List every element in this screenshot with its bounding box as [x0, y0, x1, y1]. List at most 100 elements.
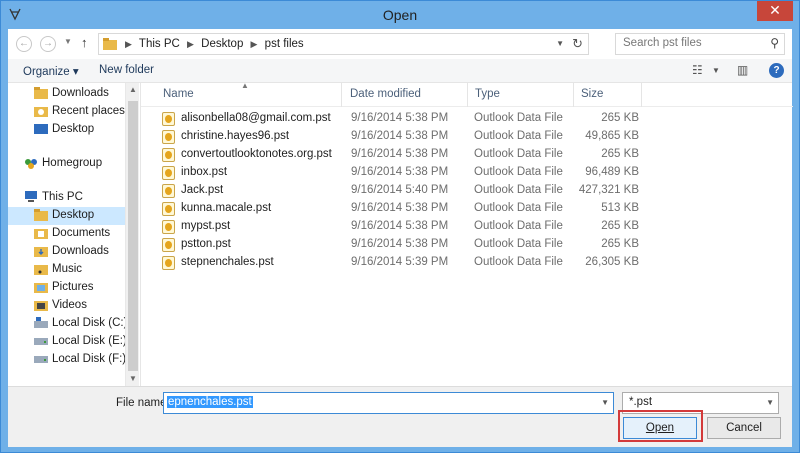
search-icon[interactable]: ⚲	[770, 36, 779, 50]
breadcrumb-this-pc[interactable]: This PC	[139, 38, 180, 50]
column-divider[interactable]	[641, 83, 642, 107]
nav-item-downloads[interactable]: Downloads	[8, 85, 125, 103]
file-row[interactable]: Jack.pst 9/16/2014 5:40 PM Outlook Data …	[155, 182, 639, 200]
nav-item-homegroup[interactable]: Homegroup	[8, 155, 125, 173]
search-input[interactable]: Search pst files ⚲	[615, 33, 785, 55]
open-dialog-window: Open ✕ ← → ▼ ↑ ▶ This PC ▶ Desktop ▶ pst…	[0, 0, 800, 453]
breadcrumb-pst-files[interactable]: pst files	[265, 38, 304, 50]
downloads-folder-icon	[34, 247, 48, 257]
file-type: Outlook Data File	[474, 238, 563, 250]
desktop-icon	[34, 124, 48, 134]
nav-label: Downloads	[52, 245, 109, 257]
homegroup-icon	[25, 159, 37, 169]
nav-item-desktop-selected[interactable]: Desktop	[8, 207, 125, 225]
new-folder-button[interactable]: New folder	[99, 64, 154, 76]
this-pc-icon	[25, 191, 37, 202]
desktop-icon	[34, 209, 48, 221]
chevron-down-icon[interactable]: ▼	[601, 398, 609, 407]
nav-label: Downloads	[52, 87, 109, 99]
breadcrumb-desktop[interactable]: Desktop	[201, 38, 243, 50]
nav-scrollbar-thumb[interactable]	[128, 101, 138, 371]
column-type[interactable]: Type	[475, 88, 500, 100]
file-name: convertoutlooktonotes.org.pst	[181, 148, 332, 160]
column-divider[interactable]	[467, 83, 468, 107]
refresh-icon[interactable]: ↻	[572, 36, 583, 52]
organize-button[interactable]: Organize ▾	[23, 64, 79, 78]
nav-item-local-disk-c[interactable]: Local Disk (C:)	[8, 315, 127, 333]
cancel-button[interactable]: Cancel	[707, 417, 781, 439]
nav-item-this-pc[interactable]: This PC	[8, 189, 125, 207]
pst-file-icon	[162, 130, 175, 144]
nav-item-videos[interactable]: Videos	[8, 297, 125, 315]
view-dropdown-icon[interactable]: ▼	[712, 66, 720, 75]
breadcrumb-separator-icon: ▶	[187, 39, 194, 49]
file-type: Outlook Data File	[474, 256, 563, 268]
breadcrumb-separator-icon: ▶	[250, 39, 258, 49]
file-size: 49,865 KB	[585, 130, 639, 142]
back-button[interactable]: ←	[16, 36, 32, 52]
nav-item-pictures[interactable]: Pictures	[8, 279, 125, 297]
file-type: Outlook Data File	[474, 130, 563, 142]
address-dropdown-icon[interactable]: ▼	[556, 39, 564, 48]
nav-item-recent-places[interactable]: Recent places	[8, 103, 125, 121]
pst-file-icon	[162, 184, 175, 198]
column-size[interactable]: Size	[581, 88, 603, 100]
file-type: Outlook Data File	[474, 148, 563, 160]
command-toolbar: Organize ▾ New folder ☷ ▼ ▥ ?	[8, 59, 792, 83]
chevron-down-icon[interactable]: ▼	[766, 398, 774, 407]
file-row[interactable]: alisonbella08@gmail.com.pst 9/16/2014 5:…	[155, 110, 639, 128]
column-name[interactable]: Name	[163, 88, 194, 100]
file-date: 9/16/2014 5:38 PM	[351, 130, 449, 142]
file-date: 9/16/2014 5:38 PM	[351, 148, 449, 160]
column-date-modified[interactable]: Date modified	[350, 88, 421, 100]
nav-item-downloads-2[interactable]: Downloads	[8, 243, 125, 261]
close-button[interactable]: ✕	[757, 1, 793, 21]
folder-icon	[103, 38, 117, 50]
file-name: pstton.pst	[181, 238, 231, 250]
file-date: 9/16/2014 5:39 PM	[351, 256, 449, 268]
nav-item-desktop[interactable]: Desktop	[8, 121, 125, 139]
navigation-row: ← → ▼ ↑ ▶ This PC ▶ Desktop ▶ pst files …	[8, 29, 792, 59]
cancel-button-label: Cancel	[726, 422, 762, 434]
column-divider[interactable]	[341, 83, 342, 107]
drive-c-icon	[34, 317, 48, 328]
address-bar[interactable]: ▶ This PC ▶ Desktop ▶ pst files ▼ ↻	[98, 33, 589, 55]
column-divider[interactable]	[573, 83, 574, 107]
nav-item-documents[interactable]: Documents	[8, 225, 125, 243]
title-bar[interactable]: Open ✕	[1, 1, 799, 29]
recent-places-icon	[34, 107, 48, 117]
file-size: 265 KB	[601, 148, 639, 160]
up-button[interactable]: ↑	[81, 35, 88, 50]
scroll-down-icon[interactable]: ▼	[129, 374, 137, 383]
recent-locations-dropdown[interactable]: ▼	[64, 37, 72, 46]
nav-item-local-disk-e[interactable]: Local Disk (E:)	[8, 333, 127, 351]
file-type: Outlook Data File	[474, 220, 563, 232]
file-row[interactable]: mypst.pst 9/16/2014 5:38 PM Outlook Data…	[155, 218, 639, 236]
file-row[interactable]: convertoutlooktonotes.org.pst 9/16/2014 …	[155, 146, 639, 164]
forward-button[interactable]: →	[40, 36, 56, 52]
file-name-input[interactable]: epnenchales.pst ▼	[163, 392, 614, 414]
file-type: Outlook Data File	[474, 166, 563, 178]
file-name: stepnenchales.pst	[181, 256, 274, 268]
file-row[interactable]: christine.hayes96.pst 9/16/2014 5:38 PM …	[155, 128, 639, 146]
nav-pane-scrollbar[interactable]: ▲ ▼	[125, 83, 139, 386]
nav-item-local-disk-f[interactable]: Local Disk (F:)	[8, 351, 126, 369]
view-options-icon[interactable]: ☷	[692, 63, 703, 77]
file-size: 427,321 KB	[578, 184, 639, 196]
file-date: 9/16/2014 5:40 PM	[351, 184, 449, 196]
file-row[interactable]: kunna.macale.pst 9/16/2014 5:38 PM Outlo…	[155, 200, 639, 218]
drive-icon	[34, 356, 48, 363]
nav-item-music[interactable]: Music	[8, 261, 125, 279]
file-row[interactable]: stepnenchales.pst 9/16/2014 5:39 PM Outl…	[155, 254, 639, 272]
dialog-client: ← → ▼ ↑ ▶ This PC ▶ Desktop ▶ pst files …	[8, 29, 793, 447]
pst-file-icon	[162, 220, 175, 234]
file-row[interactable]: inbox.pst 9/16/2014 5:38 PM Outlook Data…	[155, 164, 639, 182]
help-icon[interactable]: ?	[769, 63, 784, 78]
scroll-up-icon[interactable]: ▲	[129, 85, 137, 94]
pst-file-icon	[162, 148, 175, 162]
file-size: 96,489 KB	[585, 166, 639, 178]
preview-pane-icon[interactable]: ▥	[737, 63, 748, 77]
sort-ascending-icon: ▲	[241, 81, 249, 90]
documents-folder-icon	[34, 229, 48, 239]
file-row[interactable]: pstton.pst 9/16/2014 5:38 PM Outlook Dat…	[155, 236, 639, 254]
